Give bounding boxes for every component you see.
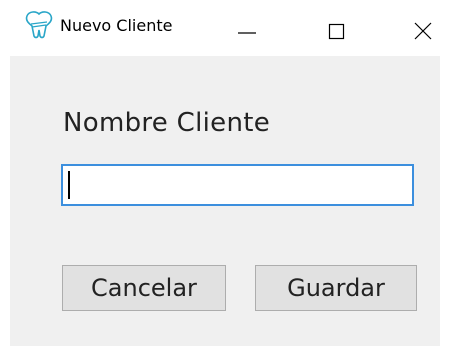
client-name-input[interactable] [61, 164, 414, 206]
title-bar[interactable]: Nuevo Cliente [0, 0, 450, 56]
window-title: Nuevo Cliente [60, 16, 173, 35]
tooth-icon [22, 10, 60, 40]
dialog-body: Nombre Cliente Cancelar Guardar [10, 56, 440, 346]
dialog-window: Nuevo Cliente Nombre Cliente Cancelar Gu… [0, 0, 450, 354]
maximize-icon[interactable] [315, 6, 359, 50]
close-icon[interactable] [402, 6, 446, 50]
client-name-label: Nombre Cliente [63, 108, 271, 138]
save-button[interactable]: Guardar [255, 265, 417, 311]
minimize-icon[interactable] [225, 6, 269, 50]
text-cursor [68, 171, 70, 199]
cancel-button[interactable]: Cancelar [62, 265, 226, 311]
